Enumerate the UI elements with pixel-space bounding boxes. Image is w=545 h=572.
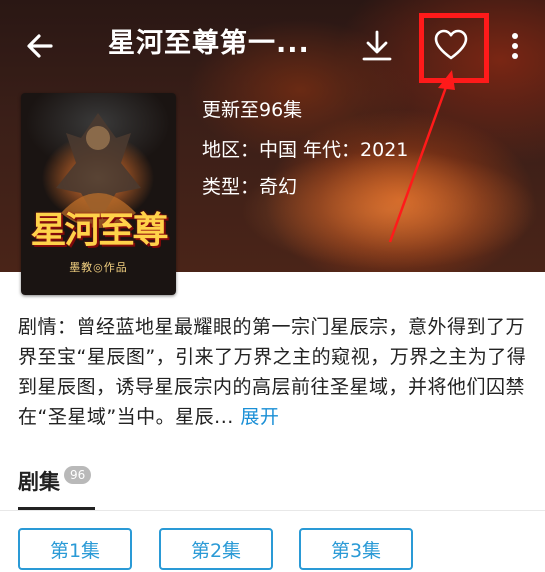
arrow-left-icon [27,34,53,58]
genre: 类型：奇幻 [202,176,298,198]
cover-subtitle: 墨教◎作品 [69,261,128,274]
update-status: 更新至96集 [202,99,303,121]
more-vertical-icon [512,33,518,59]
back-button[interactable] [22,28,58,64]
episode-button-2[interactable]: 第2集 [159,528,273,570]
download-icon [362,30,392,61]
episodes-tab[interactable]: 剧集 96 [18,466,92,496]
episodes-count-badge: 96 [64,466,92,484]
page-title: 星河至尊第一... [108,28,310,59]
episode-button-1[interactable]: 第1集 [18,528,132,570]
episodes-title: 剧集 [18,470,60,494]
region-year: 地区：中国 年代：2021 [202,139,409,161]
divider [0,510,545,511]
synopsis: 剧情：曾经蓝地星最耀眼的第一宗门星辰宗，意外得到了万界至宝“星辰图”，引来了万界… [18,312,530,432]
expand-link[interactable]: 展开 [240,406,279,428]
more-options-button[interactable] [502,28,528,64]
episode-button-3[interactable]: 第3集 [299,528,413,570]
cover-image[interactable]: 星河至尊 墨教◎作品 [21,93,176,295]
cover-title: 星河至尊 [30,209,168,251]
download-button[interactable] [360,28,394,64]
